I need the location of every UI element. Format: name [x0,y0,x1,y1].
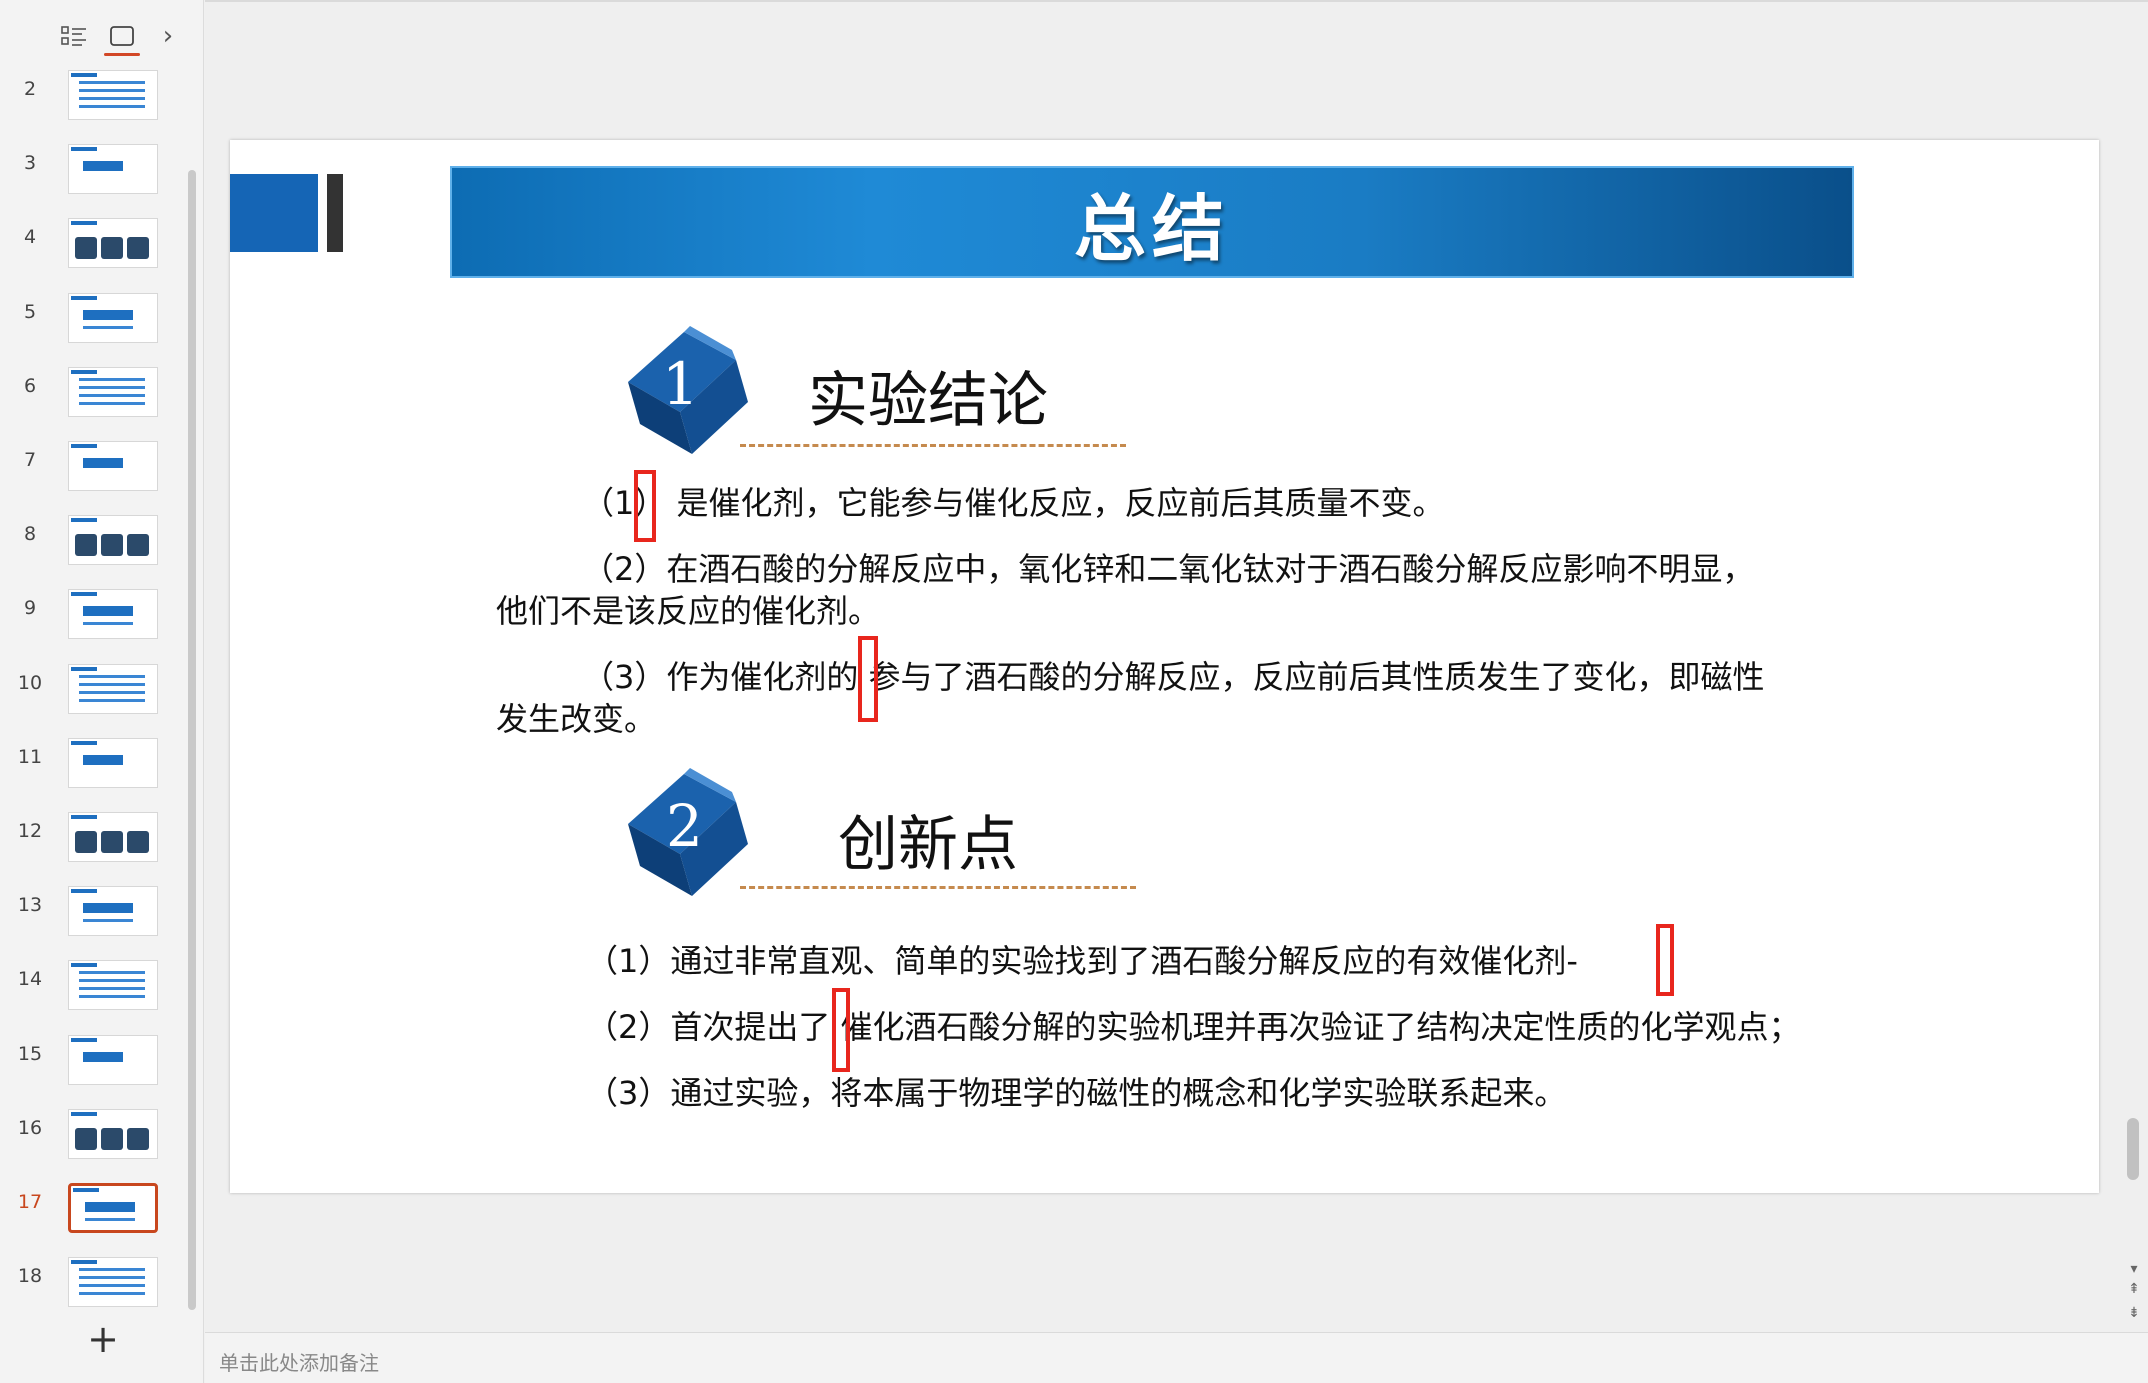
slide-number: 10 [17,672,43,694]
canvas-scrollbar[interactable] [2127,1118,2139,1180]
slide-title[interactable]: 总结 [1074,170,1230,275]
slide-number: 12 [17,820,43,842]
slide-preview[interactable] [68,812,158,862]
slide-preview[interactable] [68,960,158,1010]
slide-thumbnail-17[interactable]: 17 [0,1183,190,1241]
slide-preview[interactable] [68,664,158,714]
innovation-1[interactable]: （1）通过非常直观、简单的实验找到了酒石酸分解反应的有效催化剂- [586,940,1578,982]
previous-slide-icon[interactable]: ⇞ [2128,1282,2140,1296]
slide-thumbnail-6[interactable]: 6 [0,367,190,425]
next-slide-icon[interactable]: ⇟ [2128,1306,2140,1320]
outline-view-icon [61,26,86,46]
slide-17[interactable]: 总结 1 实验结论 （1） 是催化剂，它能参与催化反应，反应前后其质量不变。 （… [230,140,2099,1193]
slide-number: 6 [23,375,37,397]
add-slide-button[interactable]: + [86,1320,120,1358]
slide-panel-scrollbar[interactable] [188,170,196,1310]
slide-panel: › 2 3 4 5 6 7 8 9 10 11 12 13 14 15 16 17 18 + [0,0,204,1383]
slide-preview[interactable] [68,293,158,343]
chevron-right-icon[interactable]: › [150,18,186,54]
section-2-underline [740,886,1136,889]
slide-thumbnail-10[interactable]: 10 [0,664,190,722]
slide-thumbnail-15[interactable]: 15 [0,1035,190,1093]
section-1-heading[interactable]: 实验结论 [808,352,1048,439]
slide-thumbnail-18[interactable]: 18 [0,1257,190,1315]
slide-preview[interactable] [68,886,158,936]
notes-pane[interactable]: 单击此处添加备注 [205,1332,2148,1383]
slide-thumbnail-4[interactable]: 4 [0,218,190,276]
section-2-number: 2 [666,792,703,860]
slide-number: 14 [17,968,43,990]
slide-thumbnail-2[interactable]: 2 [0,70,190,128]
thumbnail-view-button[interactable] [104,18,140,56]
slide-number: 11 [17,746,43,768]
slide-number: 3 [23,152,37,174]
slide-preview[interactable] [68,589,158,639]
slide-thumbnail-5[interactable]: 5 [0,293,190,351]
slide-thumbnail-11[interactable]: 11 [0,738,190,796]
highlight-marker [832,988,850,1072]
notes-placeholder[interactable]: 单击此处添加备注 [219,1347,379,1376]
slide-preview[interactable] [68,144,158,194]
canvas-top-border [205,0,2148,2]
slide-thumbnail-14[interactable]: 14 [0,960,190,1018]
slide-number: 8 [23,523,37,545]
slide-number: 15 [17,1043,43,1065]
highlight-marker [858,636,878,722]
conclusion-2[interactable]: （2）在酒石酸的分解反应中，氧化锌和二氧化钛对于酒石酸分解反应影响不明显， 他们… [496,548,1754,632]
section-1-underline [740,444,1126,447]
outline-view-button[interactable] [56,18,92,54]
slide-preview[interactable] [68,1109,158,1159]
slide-preview[interactable] [68,441,158,491]
slide-thumbnail-16[interactable]: 16 [0,1109,190,1167]
slide-thumbnail-3[interactable]: 3 [0,144,190,202]
slide-panel-toolbar: › [0,0,204,60]
title-banner[interactable]: 总结 [450,166,1854,278]
thumbnail-view-icon [110,26,134,46]
slide-number: 7 [23,449,37,471]
slide-preview[interactable] [68,70,158,120]
innovation-3[interactable]: （3）通过实验，将本属于物理学的磁性的概念和化学实验联系起来。 [586,1072,1566,1114]
slide-thumbnail-13[interactable]: 13 [0,886,190,944]
title-decoration-block [230,174,318,252]
slide-thumbnail-12[interactable]: 12 [0,812,190,870]
slide-preview[interactable] [68,738,158,788]
slide-number: 4 [23,226,37,248]
highlight-marker [634,470,656,542]
slide-preview[interactable] [68,1183,158,1233]
title-decoration-bar [327,174,343,252]
slide-number: 17 [17,1191,43,1213]
slide-thumbnail-9[interactable]: 9 [0,589,190,647]
slide-number: 9 [23,597,37,619]
innovation-2[interactable]: （2）首次提出了 催化酒石酸分解的实验机理并再次验证了结构决定性质的化学观点； [586,1006,1801,1048]
scroll-down-arrow-icon[interactable]: ▾ [2128,1262,2140,1276]
slide-number: 16 [17,1117,43,1139]
conclusion-3[interactable]: （3）作为催化剂的 参与了酒石酸的分解反应，反应前后其性质发生了变化，即磁性 发… [496,656,1765,740]
slide-preview[interactable] [68,515,158,565]
slide-preview[interactable] [68,1257,158,1307]
slide-preview[interactable] [68,218,158,268]
slide-number: 18 [17,1265,43,1287]
slide-preview[interactable] [68,1035,158,1085]
slide-preview[interactable] [68,367,158,417]
highlight-marker [1656,924,1674,996]
conclusion-1[interactable]: （1） 是催化剂，它能参与催化反应，反应前后其质量不变。 [582,482,1445,524]
slide-thumbnail-8[interactable]: 8 [0,515,190,573]
section-2-heading[interactable]: 创新点 [838,796,1018,883]
slide-thumbnail-7[interactable]: 7 [0,441,190,499]
section-1-number: 1 [662,350,699,418]
slide-number: 5 [23,301,37,323]
slide-number: 13 [17,894,43,916]
slide-number: 2 [23,78,37,100]
